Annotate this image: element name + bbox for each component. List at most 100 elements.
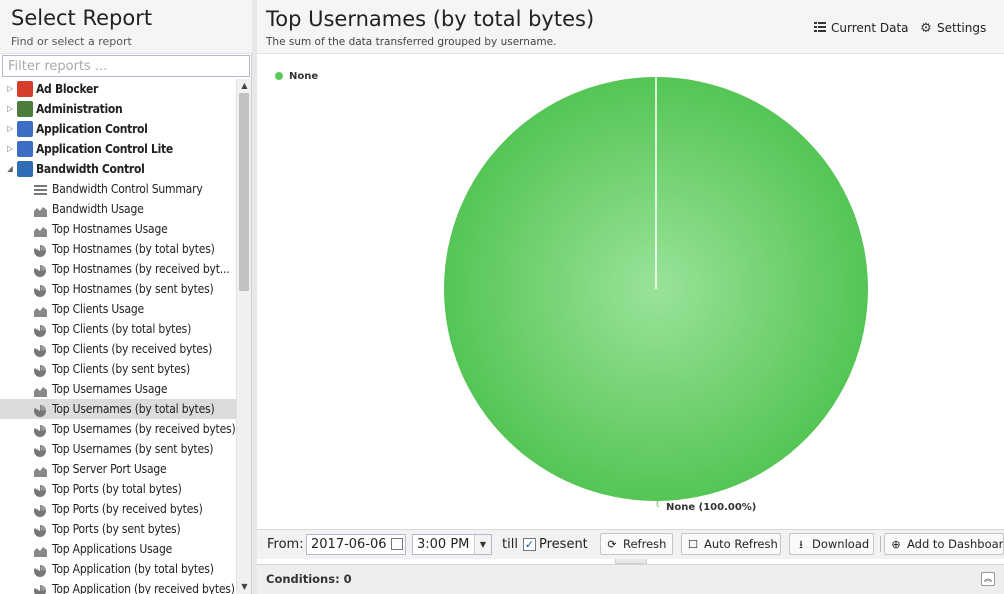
scroll-up-icon[interactable]: ▲ bbox=[237, 79, 252, 93]
area-chart-icon bbox=[34, 303, 47, 317]
download-icon: ⭳ bbox=[799, 538, 803, 551]
tree-report-item[interactable]: Top Usernames (by received bytes) bbox=[0, 419, 236, 439]
tree-category[interactable]: ▷ Ad Blocker bbox=[0, 79, 236, 99]
tree-report-label: Top Ports (by received bytes) bbox=[52, 502, 203, 516]
pie-chart-icon bbox=[33, 503, 47, 517]
current-data-button[interactable]: Current Data bbox=[813, 19, 909, 37]
tree-report-label: Top Clients (by sent bytes) bbox=[52, 362, 190, 376]
tree-report-item[interactable]: Bandwidth Usage bbox=[0, 199, 236, 219]
bandwidth-control-icon bbox=[17, 161, 33, 177]
tree-report-item[interactable]: Top Clients (by total bytes) bbox=[0, 319, 236, 339]
conditions-label: Conditions: 0 bbox=[266, 572, 352, 586]
caret-right-icon[interactable]: ▷ bbox=[5, 79, 15, 99]
pie-chart-icon bbox=[33, 263, 47, 277]
tree-report-item[interactable]: Top Server Port Usage bbox=[0, 459, 236, 479]
plus-circle-icon: ⊕ bbox=[891, 538, 901, 551]
tree-report-label: Top Clients (by received bytes) bbox=[52, 342, 213, 356]
add-to-dashboard-button[interactable]: ⊕ Add to Dashboard bbox=[884, 533, 1004, 555]
tree-report-item[interactable]: Bandwidth Control Summary bbox=[0, 179, 236, 199]
auto-refresh-label: Auto Refresh bbox=[704, 537, 778, 551]
refresh-icon: ⟳ bbox=[607, 538, 617, 551]
caret-down-icon[interactable]: ◢ bbox=[5, 159, 15, 179]
area-chart-icon bbox=[34, 463, 47, 477]
pie-chart-icon bbox=[33, 343, 47, 357]
gear-icon: ⚙ bbox=[920, 21, 932, 36]
tree-report-item[interactable]: Top Clients Usage bbox=[0, 299, 236, 319]
area-chart-icon bbox=[34, 223, 47, 237]
tree-scrollbar[interactable]: ▲ ▼ bbox=[236, 79, 251, 594]
tree-report-label: Top Hostnames (by total bytes) bbox=[52, 242, 215, 256]
chart-legend-item[interactable]: None bbox=[275, 71, 318, 82]
expand-icon[interactable]: ︽ bbox=[981, 572, 995, 586]
pie-chart-icon bbox=[34, 583, 47, 594]
from-date-field[interactable]: 2017-06-06 bbox=[306, 534, 406, 555]
tree-report-item[interactable]: Top Ports (by sent bytes) bbox=[0, 519, 236, 539]
tree-report-item[interactable]: Top Clients (by received bytes) bbox=[0, 339, 236, 359]
tree-report-item[interactable]: Top Usernames (by total bytes) bbox=[0, 399, 236, 419]
chevron-down-icon[interactable]: ▼ bbox=[474, 535, 491, 554]
tree-report-item[interactable]: Top Hostnames Usage bbox=[0, 219, 236, 239]
caret-right-icon[interactable]: ▷ bbox=[5, 99, 15, 119]
tree-category[interactable]: ▷ Application Control Lite bbox=[0, 139, 236, 159]
scroll-down-icon[interactable]: ▼ bbox=[237, 580, 252, 594]
pie-chart: None (100.00%) bbox=[444, 77, 868, 513]
tree-report-item[interactable]: Top Hostnames (by received byt... bbox=[0, 259, 236, 279]
calendar-icon[interactable] bbox=[391, 538, 403, 550]
tree-report-item[interactable]: Top Applications Usage bbox=[0, 539, 236, 559]
ad-blocker-icon bbox=[17, 81, 33, 97]
tree-report-label: Top Usernames Usage bbox=[52, 382, 168, 396]
tree-report-item[interactable]: Top Clients (by sent bytes) bbox=[0, 359, 236, 379]
pie-chart-icon bbox=[33, 563, 47, 577]
tree-report-item[interactable]: Top Ports (by total bytes) bbox=[0, 479, 236, 499]
scroll-thumb[interactable] bbox=[239, 93, 249, 291]
present-label: Present bbox=[539, 537, 588, 552]
area-chart-icon bbox=[34, 543, 47, 557]
auto-refresh-button[interactable]: ☐ Auto Refresh bbox=[681, 533, 781, 555]
tree-category-label: Bandwidth Control bbox=[36, 162, 145, 176]
present-checkbox[interactable]: ✓ bbox=[523, 538, 536, 551]
tree-report-item[interactable]: Top Hostnames (by sent bytes) bbox=[0, 279, 236, 299]
download-button[interactable]: ⭳ Download bbox=[789, 533, 874, 555]
tree-report-label: Top Clients (by total bytes) bbox=[52, 322, 192, 336]
tree-report-label: Top Clients Usage bbox=[52, 302, 144, 316]
tree-report-item[interactable]: Top Ports (by received bytes) bbox=[0, 499, 236, 519]
settings-button[interactable]: ⚙ Settings bbox=[919, 19, 986, 37]
table-list-icon bbox=[813, 19, 827, 37]
tree-category[interactable]: ▷ Administration bbox=[0, 99, 236, 119]
filter-reports-input[interactable] bbox=[2, 55, 250, 77]
tree-report-label: Top Application (by total bytes) bbox=[52, 562, 214, 576]
data-label-connector bbox=[656, 499, 660, 508]
from-time-select[interactable]: 3:00 PM ▼ bbox=[412, 534, 492, 555]
from-label: From: bbox=[267, 537, 304, 552]
conditions-panel: Conditions: 0 ︽ bbox=[257, 564, 1004, 594]
tree-report-item[interactable]: Top Application (by total bytes) bbox=[0, 559, 236, 579]
pie-chart-icon bbox=[33, 443, 47, 457]
tree-category-label: Application Control Lite bbox=[36, 142, 173, 156]
caret-right-icon[interactable]: ▷ bbox=[5, 119, 15, 139]
pie-chart-icon bbox=[33, 243, 47, 257]
report-title: Top Usernames (by total bytes) bbox=[266, 7, 595, 31]
tree-category[interactable]: ◢ Bandwidth Control bbox=[0, 159, 236, 179]
tree-report-label: Top Usernames (by total bytes) bbox=[52, 402, 215, 416]
tree-report-item[interactable]: Top Usernames Usage bbox=[0, 379, 236, 399]
caret-right-icon[interactable]: ▷ bbox=[5, 139, 15, 159]
tree-report-item[interactable]: Top Hostnames (by total bytes) bbox=[0, 239, 236, 259]
tree-category[interactable]: ▷ Application Control bbox=[0, 119, 236, 139]
tree-category-label: Application Control bbox=[36, 122, 148, 136]
tree-report-label: Bandwidth Usage bbox=[52, 202, 144, 216]
tree-category-label: Administration bbox=[36, 102, 123, 116]
tree-report-label: Top Hostnames (by sent bytes) bbox=[52, 282, 214, 296]
checkbox-empty-icon: ☐ bbox=[688, 538, 698, 551]
pie-data-label: None (100.00%) bbox=[666, 502, 756, 513]
tree-report-label: Top Applications Usage bbox=[52, 542, 173, 556]
pie-chart-icon bbox=[33, 363, 47, 377]
tree-report-item[interactable]: Top Application (by received bytes) bbox=[0, 579, 236, 594]
area-chart-icon bbox=[34, 383, 47, 397]
pie-chart-icon bbox=[33, 523, 47, 537]
refresh-label: Refresh bbox=[623, 537, 667, 551]
pie-chart-icon bbox=[33, 423, 47, 437]
tree-report-label: Bandwidth Control Summary bbox=[52, 182, 203, 196]
administration-icon bbox=[17, 101, 33, 117]
tree-report-item[interactable]: Top Usernames (by sent bytes) bbox=[0, 439, 236, 459]
refresh-button[interactable]: ⟳ Refresh bbox=[600, 533, 673, 555]
